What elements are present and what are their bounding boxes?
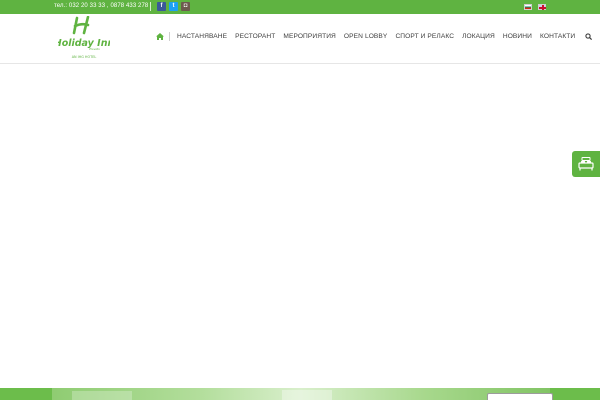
logo-tag: AN IHG HOTEL xyxy=(72,55,97,59)
hotel-bed-icon xyxy=(578,157,594,171)
booking-tab[interactable] xyxy=(572,151,600,177)
bg-flag-icon[interactable] xyxy=(524,4,532,10)
banner-photo xyxy=(52,388,550,400)
banner-button[interactable] xyxy=(487,393,553,400)
nav-item-restaurant[interactable]: РЕСТОРАНТ xyxy=(231,33,279,40)
instagram-icon[interactable]: ◘ xyxy=(181,2,190,11)
search-icon[interactable] xyxy=(579,32,593,40)
nav-item-events[interactable]: МЕРОПРИЯТИЯ xyxy=(279,33,340,40)
topbar-divider xyxy=(150,2,151,11)
site-header: Holiday Inn Plovdiv AN IHG HOTEL НАСТАНЯ… xyxy=(0,14,600,64)
nav-item-open-lobby[interactable]: OPEN LOBBY xyxy=(340,33,392,40)
nav-item-news[interactable]: НОВИНИ xyxy=(499,33,536,40)
twitter-icon[interactable]: t xyxy=(169,2,178,11)
facebook-icon[interactable]: f xyxy=(157,2,166,11)
nav-item-accommodation[interactable]: НАСТАНЯВАНЕ xyxy=(173,33,231,40)
top-bar: тел.: 032 20 33 33 , 0878 433 278 f t ◘ xyxy=(0,0,600,14)
phone-numbers: тел.: 032 20 33 33 , 0878 433 278 xyxy=(54,3,149,9)
holiday-inn-logo[interactable]: Holiday Inn Plovdiv AN IHG HOTEL xyxy=(54,15,114,62)
hero-area xyxy=(0,65,600,388)
logo-brand: Holiday Inn xyxy=(58,38,110,49)
home-icon[interactable] xyxy=(156,32,169,40)
logo-sub: Plovdiv xyxy=(89,47,100,51)
nav-item-contacts[interactable]: КОНТАКТИ xyxy=(536,33,579,40)
en-flag-icon[interactable] xyxy=(538,4,546,10)
nav-divider xyxy=(169,31,170,41)
nav-item-location[interactable]: ЛОКАЦИЯ xyxy=(458,33,499,40)
nav-item-sport-relax[interactable]: СПОРТ И РЕЛАКС xyxy=(391,33,458,40)
main-nav: НАСТАНЯВАНЕ РЕСТОРАНТ МЕРОПРИЯТИЯ OPEN L… xyxy=(156,30,593,42)
